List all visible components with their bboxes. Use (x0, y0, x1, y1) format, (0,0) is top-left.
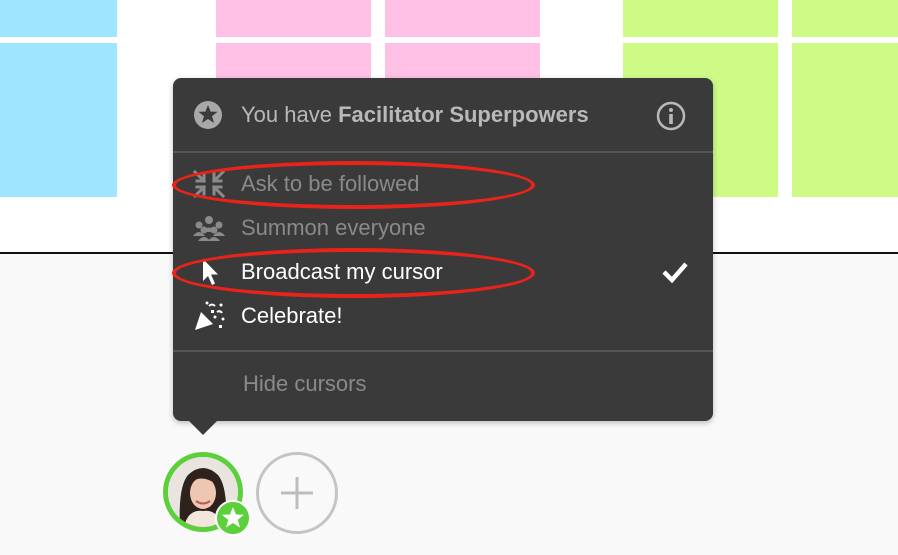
info-icon[interactable] (656, 101, 686, 131)
sticky-note[interactable] (792, 43, 898, 197)
star-circle-icon (194, 101, 222, 129)
star-icon (222, 507, 244, 528)
menu-item-hide-cursors[interactable]: Hide cursors (173, 362, 713, 406)
sticky-note[interactable] (216, 43, 371, 83)
group-icon (193, 216, 225, 241)
menu-item-label: Summon everyone (241, 215, 426, 240)
sticky-note[interactable] (385, 0, 540, 37)
highlight-ring (172, 248, 535, 298)
sticky-note[interactable] (216, 0, 371, 37)
menu-item-summon-everyone[interactable]: Summon everyone (173, 206, 713, 250)
menu-divider (173, 151, 713, 153)
facilitator-menu: You have Facilitator Superpowers Ask to … (173, 78, 713, 421)
sticky-note[interactable] (0, 0, 117, 37)
popup-pointer (188, 420, 218, 435)
menu-header-text: You have Facilitator Superpowers (241, 102, 589, 128)
menu-divider (173, 350, 713, 352)
facilitator-star-badge (215, 500, 251, 536)
sticky-note[interactable] (623, 0, 778, 37)
sticky-note[interactable] (792, 0, 898, 37)
plus-icon (281, 477, 313, 509)
menu-item-label: Hide cursors (243, 371, 367, 396)
menu-item-label: Celebrate! (241, 303, 343, 328)
party-popper-icon (195, 301, 225, 330)
sticky-note[interactable] (385, 43, 540, 83)
header-bold: Facilitator Superpowers (338, 102, 589, 127)
menu-item-celebrate[interactable]: Celebrate! (173, 294, 713, 338)
highlight-ring (172, 161, 535, 209)
menu-header: You have Facilitator Superpowers (173, 78, 713, 151)
checkmark-icon (662, 262, 688, 284)
add-participant-button[interactable] (256, 452, 338, 534)
header-prefix: You have (241, 102, 332, 127)
sticky-note[interactable] (0, 43, 117, 197)
